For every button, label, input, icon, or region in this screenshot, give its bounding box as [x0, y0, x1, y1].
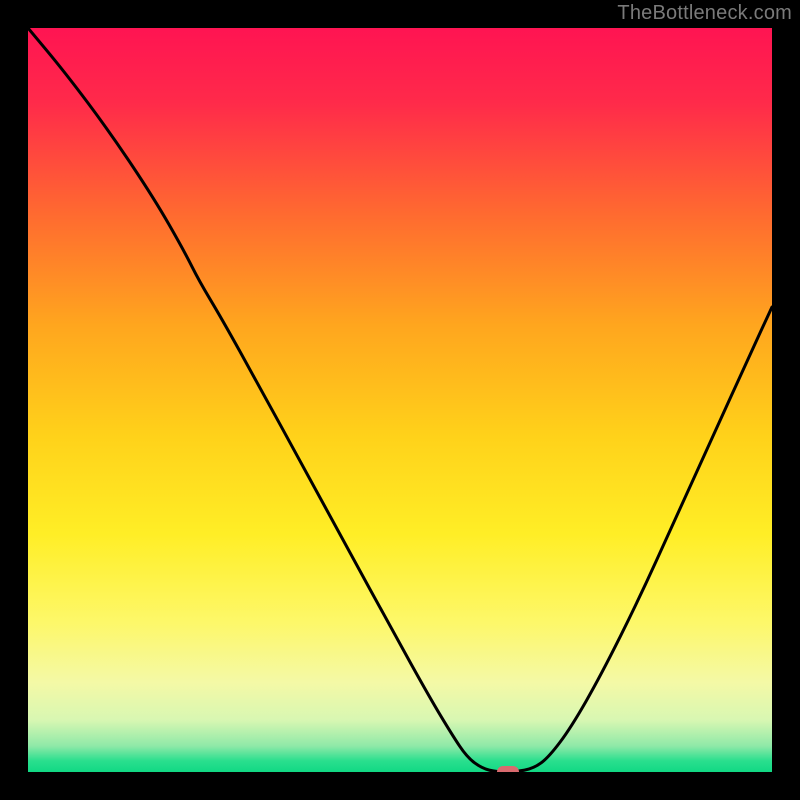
watermark-text: TheBottleneck.com [617, 2, 792, 25]
chart-frame: TheBottleneck.com [0, 0, 800, 800]
plot-area [28, 28, 772, 772]
plot-svg [28, 28, 772, 772]
gradient-background [28, 28, 772, 772]
optimal-marker [497, 766, 519, 772]
